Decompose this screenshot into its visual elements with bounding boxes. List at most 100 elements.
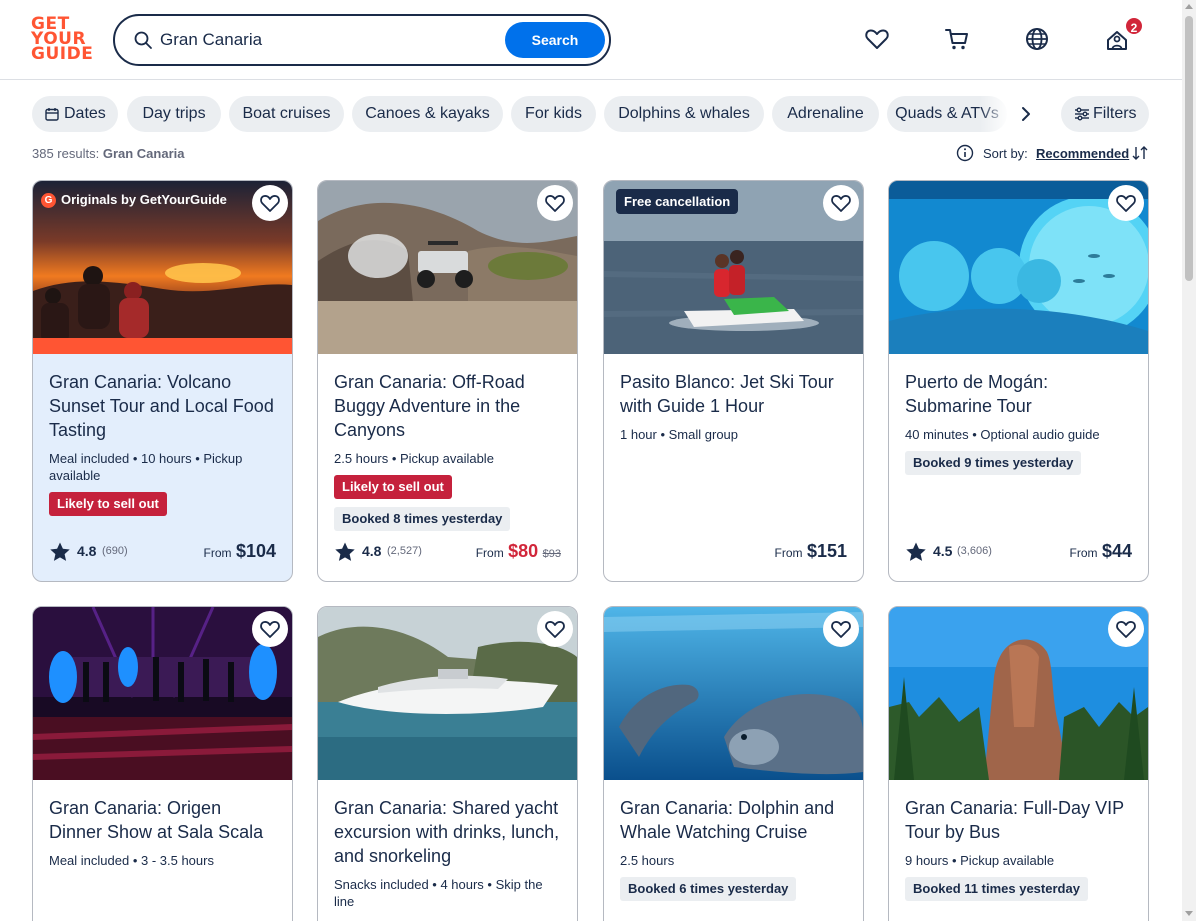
calendar-icon (45, 108, 59, 121)
card-title[interactable]: Puerto de Mogán: Submarine Tour (905, 370, 1135, 418)
chip-label: For kids (525, 105, 582, 122)
wishlist-button[interactable] (823, 611, 859, 647)
search-icon (134, 31, 152, 49)
card-image[interactable] (889, 607, 1148, 780)
search-button[interactable]: Search (505, 22, 605, 58)
heart-icon (260, 621, 280, 638)
scroll-up-arrow[interactable] (1185, 4, 1193, 9)
card-meta: 9 hours • Pickup available (905, 853, 1055, 868)
card-meta: 2.5 hours • Pickup available (334, 451, 494, 466)
activity-card[interactable]: Gran Canaria: Shared yacht excursion wit… (317, 606, 578, 921)
chip-for-kids[interactable]: For kids (511, 96, 596, 132)
scrollbar-thumb[interactable] (1185, 16, 1193, 281)
chip-label: Adrenaline (787, 105, 864, 122)
notification-badge: 2 (1124, 16, 1144, 36)
activity-card[interactable]: Gran Canaria: Origen Dinner Show at Sala… (32, 606, 293, 921)
chevron-right-icon[interactable] (1016, 104, 1036, 124)
page-scrollbar[interactable] (1182, 0, 1196, 921)
star-icon (906, 542, 926, 561)
wishlist-button[interactable] (1108, 611, 1144, 647)
chip-label: Day trips (142, 105, 206, 122)
likely-sell-out-tag: Likely to sell out (49, 492, 167, 516)
chip-label: Dates (64, 105, 106, 122)
sort-control[interactable]: Sort by: Recommended (956, 144, 1151, 164)
chip-boat-cruises[interactable]: Boat cruises (229, 96, 344, 132)
booked-tag: Booked 8 times yesterday (334, 507, 511, 531)
activity-card[interactable]: Gran Canaria: Full-Day VIP Tour by Bus 9… (888, 606, 1149, 921)
wishlist-button[interactable] (537, 185, 573, 221)
card-title[interactable]: Gran Canaria: Origen Dinner Show at Sala… (49, 796, 279, 844)
gyg-logo-icon: G (41, 193, 56, 208)
card-image[interactable] (318, 181, 577, 354)
activity-card[interactable]: Gran Canaria: Dolphin and Whale Watching… (603, 606, 864, 921)
heart-icon (260, 195, 280, 212)
originals-badge: G Originals by GetYourGuide (41, 191, 227, 209)
heart-icon (545, 621, 565, 638)
rating-score: 4.8 (77, 543, 97, 559)
heart-icon (831, 195, 851, 212)
sort-arrows-icon (1132, 146, 1148, 160)
likely-sell-out-tag: Likely to sell out (334, 475, 452, 499)
chip-day-trips[interactable]: Day trips (127, 96, 221, 132)
originals-stripe (33, 338, 292, 354)
activity-card[interactable]: Free cancellation Pasito Blanco: Jet Ski… (603, 180, 864, 582)
chip-canoes-kayaks[interactable]: Canoes & kayaks (352, 96, 503, 132)
card-meta: Meal included • 3 - 3.5 hours (49, 853, 214, 868)
chip-dates[interactable]: Dates (32, 96, 118, 132)
price: From $104 (203, 541, 277, 561)
activity-card[interactable]: Puerto de Mogán: Submarine Tour 40 minut… (888, 180, 1149, 582)
cart-icon[interactable] (944, 26, 970, 52)
wishlist-button[interactable] (823, 185, 859, 221)
booked-tag: Booked 6 times yesterday (620, 877, 797, 901)
heart-icon (1116, 195, 1136, 212)
scroll-down-arrow[interactable] (1185, 911, 1193, 916)
wishlist-button[interactable] (252, 611, 288, 647)
card-image[interactable] (889, 181, 1148, 354)
search-input[interactable] (160, 28, 500, 52)
chip-dolphins-whales[interactable]: Dolphins & whales (604, 96, 764, 132)
star-icon (50, 542, 70, 561)
card-title[interactable]: Gran Canaria: Dolphin and Whale Watching… (620, 796, 850, 844)
card-image[interactable] (604, 607, 863, 780)
card-meta: Snacks included • 4 hours • Skip the lin… (334, 877, 543, 909)
wishlist-button[interactable] (252, 185, 288, 221)
card-image[interactable] (33, 607, 292, 780)
activity-card[interactable]: Gran Canaria: Off-Road Buggy Adventure i… (317, 180, 578, 582)
card-image[interactable] (318, 607, 577, 780)
card-title[interactable]: Pasito Blanco: Jet Ski Tour with Guide 1… (620, 370, 850, 418)
heart-icon (1116, 621, 1136, 638)
sort-value[interactable]: Recommended (1036, 146, 1129, 161)
chip-label: Canoes & kayaks (365, 105, 490, 122)
heart-icon (831, 621, 851, 638)
card-meta: 40 minutes • Optional audio guide (905, 427, 1100, 442)
booked-tag: Booked 11 times yesterday (905, 877, 1088, 901)
wishlist-button[interactable] (537, 611, 573, 647)
review-count: (2,527) (387, 545, 422, 557)
search-bar: Search (113, 14, 611, 66)
results-count: 385 results: Gran Canaria (32, 146, 185, 161)
card-title[interactable]: Gran Canaria: Full-Day VIP Tour by Bus (905, 796, 1135, 844)
price: From $80 $93 (475, 541, 561, 561)
wishlist-button[interactable] (1108, 185, 1144, 221)
card-title[interactable]: Gran Canaria: Volcano Sunset Tour and Lo… (49, 370, 279, 442)
rating-score: 4.8 (362, 543, 382, 559)
card-title[interactable]: Gran Canaria: Shared yacht excursion wit… (334, 796, 564, 868)
getyourguide-logo[interactable]: GET YOUR GUIDE (31, 16, 93, 63)
heart-icon (545, 195, 565, 212)
price: From $151 (774, 541, 848, 561)
rating-score: 4.5 (933, 543, 953, 559)
card-image[interactable]: Free cancellation (604, 181, 863, 354)
chip-adrenaline[interactable]: Adrenaline (772, 96, 879, 132)
price: From $44 (1069, 541, 1133, 561)
card-image[interactable]: G Originals by GetYourGuide (33, 181, 292, 354)
filters-button[interactable]: Filters (1061, 96, 1149, 132)
info-icon[interactable] (956, 144, 974, 162)
free-cancellation-badge: Free cancellation (616, 189, 739, 214)
heart-icon[interactable] (864, 26, 890, 52)
globe-icon[interactable] (1024, 26, 1050, 52)
activity-card[interactable]: G Originals by GetYourGuide Gran Canaria:… (32, 180, 293, 582)
chip-label: Boat cruises (242, 105, 331, 122)
sort-label: Sort by: (983, 146, 1028, 161)
card-title[interactable]: Gran Canaria: Off-Road Buggy Adventure i… (334, 370, 564, 442)
filter-chips: Dates Day trips Boat cruises Canoes & ka… (32, 96, 1032, 132)
